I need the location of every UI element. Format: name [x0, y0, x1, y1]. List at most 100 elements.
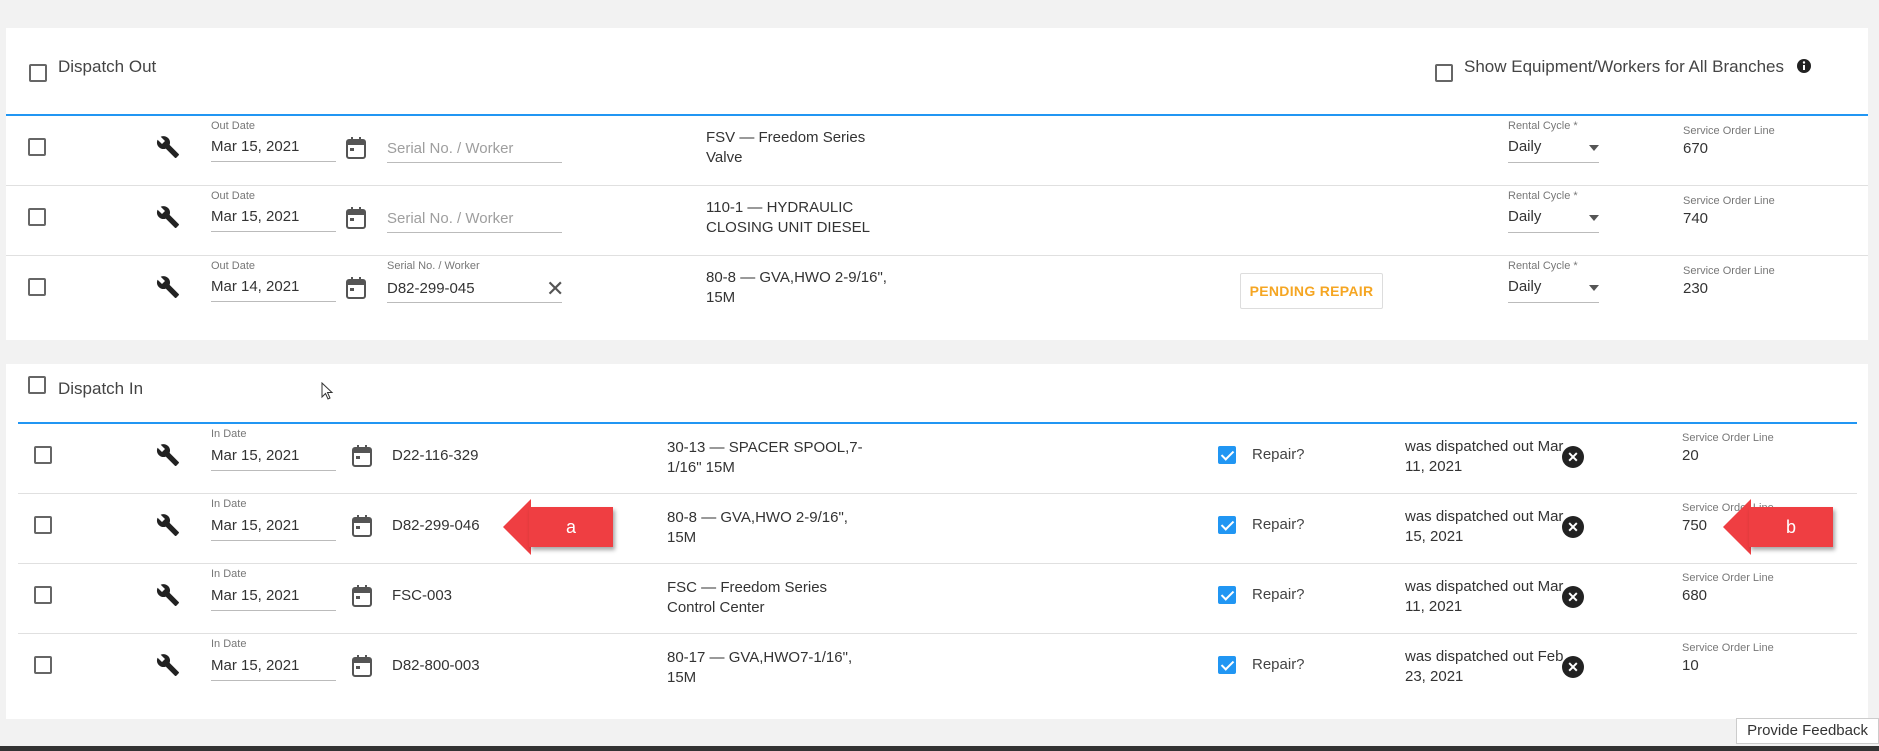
wrench-icon[interactable] — [156, 583, 180, 612]
dispatched-out-text-line1: was dispatched out Feb — [1405, 648, 1564, 665]
item-description-line1: 80-8 — GVA,HWO 2-9/16", — [667, 509, 848, 526]
in-date-label: In Date — [211, 638, 247, 650]
row-checkbox[interactable] — [34, 586, 52, 604]
dispatch-in-select-all-checkbox[interactable] — [28, 376, 46, 394]
service-order-line-value: 740 — [1683, 210, 1709, 227]
show-all-branches-checkbox[interactable] — [1435, 64, 1453, 82]
pending-repair-badge[interactable]: PENDING REPAIR — [1240, 273, 1383, 309]
serial-input[interactable]: Serial No. / Worker — [387, 140, 513, 157]
repair-label: Repair? — [1252, 446, 1305, 463]
service-order-line-label: Service Order Line — [1682, 432, 1774, 444]
out-date-underline — [211, 301, 336, 302]
item-description-line2: 15M — [706, 289, 736, 306]
row-checkbox[interactable] — [28, 208, 46, 226]
dispatch-in-row: In Date Mar 15, 2021 D82-299-046 80-8 — GVA… — [18, 494, 1857, 564]
rental-cycle-select[interactable]: Daily — [1508, 278, 1541, 295]
out-date-value[interactable]: Mar 15, 2021 — [211, 138, 299, 155]
row-checkbox[interactable] — [34, 656, 52, 674]
calendar-icon[interactable] — [346, 137, 366, 164]
item-description-line2: 1/16" 15M — [667, 459, 735, 476]
in-date-label: In Date — [211, 568, 247, 580]
provide-feedback-button[interactable]: Provide Feedback — [1736, 718, 1879, 744]
row-checkbox[interactable] — [34, 516, 52, 534]
in-date-value[interactable]: Mar 15, 2021 — [211, 587, 299, 604]
calendar-icon[interactable] — [346, 207, 366, 234]
in-date-label: In Date — [211, 498, 247, 510]
serial-number: D82-800-003 — [392, 657, 480, 674]
rental-cycle-select[interactable]: Daily — [1508, 138, 1541, 155]
service-order-line-value: 20 — [1682, 447, 1699, 464]
in-date-value[interactable]: Mar 15, 2021 — [211, 657, 299, 674]
wrench-icon[interactable] — [156, 443, 180, 472]
repair-checkbox[interactable] — [1218, 446, 1236, 464]
calendar-icon[interactable] — [352, 585, 372, 612]
item-description-line1: 30-13 — SPACER SPOOL,7- — [667, 439, 863, 456]
calendar-icon[interactable] — [352, 445, 372, 472]
dispatched-out-text-line1: was dispatched out Mar — [1405, 438, 1564, 455]
close-circle-icon[interactable]: ✕ — [1562, 586, 1584, 608]
dispatch-out-row: Out Date Mar 15, 2021 Serial No. / Worker 1… — [6, 186, 1868, 256]
row-checkbox[interactable] — [28, 278, 46, 296]
rental-underline — [1508, 162, 1599, 163]
dispatch-out-select-all-checkbox[interactable] — [29, 64, 47, 82]
chevron-down-icon[interactable] — [1589, 215, 1599, 221]
calendar-icon[interactable] — [352, 655, 372, 682]
wrench-icon[interactable] — [156, 653, 180, 682]
item-description-line1: 80-17 — GVA,HWO7-1/16", — [667, 649, 853, 666]
close-circle-icon[interactable]: ✕ — [1562, 656, 1584, 678]
wrench-icon[interactable] — [156, 513, 180, 542]
calendar-icon[interactable] — [346, 277, 366, 304]
item-description-line1: 110-1 — HYDRAULIC — [706, 199, 854, 216]
out-date-value[interactable]: Mar 15, 2021 — [211, 208, 299, 225]
arrow-label: a — [529, 507, 613, 547]
serial-input[interactable]: D82-299-045 — [387, 280, 475, 297]
dispatch-in-panel: Dispatch In In Date Mar 15, 2021 D22-116-3… — [6, 364, 1868, 719]
service-order-line-value: 10 — [1682, 657, 1699, 674]
repair-checkbox[interactable] — [1218, 586, 1236, 604]
service-order-line-value: 670 — [1683, 140, 1709, 157]
dispatch-in-row: In Date Mar 15, 2021 D22-116-329 30-13 — SP… — [18, 424, 1857, 494]
serial-number: D82-299-046 — [392, 517, 480, 534]
bottom-bar — [0, 746, 1879, 751]
row-checkbox[interactable] — [28, 138, 46, 156]
out-date-label: Out Date — [211, 120, 256, 132]
arrow-label: b — [1749, 507, 1833, 547]
close-circle-icon[interactable]: ✕ — [1562, 446, 1584, 468]
out-date-label: Out Date — [211, 260, 256, 272]
serial-label: Serial No. / Worker — [387, 260, 480, 272]
dispatch-out-row: Out Date Mar 15, 2021 Serial No. / Worker F… — [6, 116, 1868, 186]
in-date-value[interactable]: Mar 15, 2021 — [211, 447, 299, 464]
arrow-head — [503, 499, 531, 555]
out-date-underline — [211, 231, 336, 232]
out-date-value[interactable]: Mar 14, 2021 — [211, 278, 299, 295]
close-circle-icon[interactable]: ✕ — [1562, 516, 1584, 538]
rental-cycle-label: Rental Cycle * — [1508, 190, 1578, 202]
repair-checkbox[interactable] — [1218, 656, 1236, 674]
wrench-icon[interactable] — [156, 275, 180, 304]
dispatched-out-text-line1: was dispatched out Mar — [1405, 578, 1564, 595]
wrench-icon[interactable] — [156, 135, 180, 164]
repair-checkbox[interactable] — [1218, 516, 1236, 534]
dispatch-out-row: Out Date Mar 14, 2021 Serial No. / Worker D… — [6, 256, 1868, 326]
serial-input[interactable]: Serial No. / Worker — [387, 210, 513, 227]
show-all-branches-label: Show Equipment/Workers for All Branches — [1464, 57, 1784, 76]
dispatched-out-text-line2: 23, 2021 — [1405, 668, 1464, 685]
rental-cycle-label: Rental Cycle * — [1508, 260, 1578, 272]
in-date-value[interactable]: Mar 15, 2021 — [211, 517, 299, 534]
calendar-icon[interactable] — [352, 515, 372, 542]
wrench-icon[interactable] — [156, 205, 180, 234]
out-date-underline — [211, 161, 336, 162]
rental-underline — [1508, 232, 1599, 233]
chevron-down-icon[interactable] — [1589, 285, 1599, 291]
service-order-line-value: 680 — [1682, 587, 1708, 604]
rental-underline — [1508, 302, 1599, 303]
clear-icon[interactable]: ✕ — [546, 276, 564, 302]
service-order-line-label: Service Order Line — [1683, 125, 1775, 137]
rental-cycle-select[interactable]: Daily — [1508, 208, 1541, 225]
in-date-underline — [211, 470, 336, 471]
chevron-down-icon[interactable] — [1589, 145, 1599, 151]
row-checkbox[interactable] — [34, 446, 52, 464]
info-icon[interactable] — [1796, 58, 1812, 74]
dispatch-in-row: In Date Mar 15, 2021 FSC-003 FSC — Freedom … — [18, 564, 1857, 634]
dispatch-out-panel: Dispatch Out Show Equipment/Workers for … — [6, 28, 1868, 340]
